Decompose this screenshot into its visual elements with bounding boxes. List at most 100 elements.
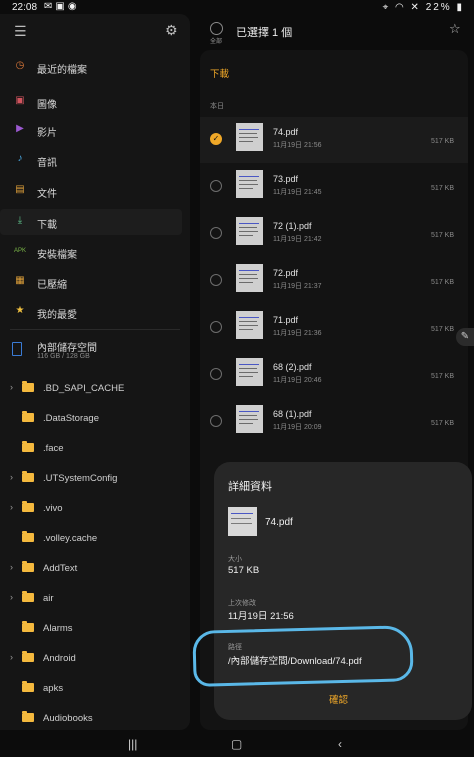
folder-name: apks	[43, 683, 64, 694]
file-name: 72.pdf	[273, 268, 299, 278]
sidebar-item-archive[interactable]: ▦ 已壓縮	[0, 269, 182, 295]
file-date: 11月19日 21:37	[273, 283, 322, 290]
file-row[interactable]: 72.pdf 11月19日 21:37 517 KB	[200, 258, 468, 304]
sidebar-item-document[interactable]: ▤ 文件	[0, 178, 182, 204]
checkbox[interactable]	[210, 180, 222, 192]
chevron-right-icon[interactable]: ›	[10, 592, 13, 602]
file-row[interactable]: 73.pdf 11月19日 21:45 517 KB	[200, 164, 468, 210]
file-size: 517 KB	[431, 279, 454, 286]
file-name: 71.pdf	[273, 315, 299, 325]
breadcrumb[interactable]: 下載	[210, 66, 229, 80]
menu-icon[interactable]: ☰	[14, 23, 27, 40]
sidebar-item-label: 最近的檔案	[37, 65, 87, 76]
phone-storage-icon	[12, 342, 22, 356]
sidebar-item-image[interactable]: ▣ 圖像	[0, 89, 182, 115]
file-size: 517 KB	[431, 420, 454, 427]
checkbox[interactable]	[210, 415, 222, 427]
star-icon: ★	[15, 305, 25, 316]
recent-apps-button[interactable]: |||	[128, 737, 137, 751]
edit-pen-icon[interactable]: ✎	[456, 328, 474, 346]
file-row[interactable]: 71.pdf 11月19日 21:36 517 KB	[200, 305, 468, 351]
sidebar-item-video[interactable]: ▶ 影片	[0, 117, 182, 143]
folder-item[interactable]: › air	[0, 586, 182, 610]
folder-item[interactable]: › .BD_SAPI_CACHE	[0, 376, 182, 400]
pdf-thumbnail	[236, 123, 263, 151]
chevron-right-icon[interactable]: ›	[10, 502, 13, 512]
sidebar-item-label: 文件	[37, 189, 57, 200]
path-highlight-annotation	[192, 625, 414, 687]
storage-size: 116 GB / 128 GB	[37, 353, 90, 360]
notification-icons: ✉▣◉	[44, 1, 80, 12]
file-date: 11月19日 21:56	[273, 142, 322, 149]
pdf-thumbnail	[236, 170, 263, 198]
sidebar-item-label: 下載	[37, 220, 57, 231]
sidebar-item-music[interactable]: ♪ 音訊	[0, 147, 182, 173]
select-all-label: 全部	[210, 39, 223, 45]
folder-item[interactable]: › .UTSystemConfig	[0, 466, 182, 490]
folder-item[interactable]: apks	[0, 676, 182, 700]
modified-value: 11月19日 21:56	[228, 611, 294, 622]
file-name: 74.pdf	[273, 127, 299, 137]
select-all-checkbox[interactable]	[210, 22, 223, 35]
folder-name: .BD_SAPI_CACHE	[43, 383, 125, 394]
battery-text: 22%	[425, 2, 452, 13]
section-header: 本日	[210, 103, 224, 110]
chevron-right-icon[interactable]: ›	[10, 472, 13, 482]
dialog-title: 詳細資料	[228, 481, 272, 493]
folder-item[interactable]: › AddText	[0, 556, 182, 580]
pdf-thumbnail	[236, 358, 263, 386]
pdf-thumbnail	[236, 405, 263, 433]
folder-item[interactable]: Audiobooks	[0, 706, 182, 730]
video-icon: ▶	[16, 123, 24, 134]
checkbox[interactable]	[210, 321, 222, 333]
file-row[interactable]: 72 (1).pdf 11月19日 21:42 517 KB	[200, 211, 468, 257]
folder-name: .vivo	[43, 503, 63, 514]
file-date: 11月19日 20:09	[273, 424, 322, 431]
checkbox[interactable]	[210, 227, 222, 239]
gear-icon[interactable]: ⚙	[165, 22, 178, 39]
sidebar-item-apk[interactable]: APK 安裝檔案	[0, 239, 182, 265]
file-name: 68 (1).pdf	[273, 409, 312, 419]
folder-icon	[22, 411, 34, 422]
pdf-thumbnail	[236, 264, 263, 292]
folder-name: Audiobooks	[43, 713, 93, 724]
back-button[interactable]: ‹	[338, 737, 342, 751]
chevron-right-icon[interactable]: ›	[10, 652, 13, 662]
home-button[interactable]: ▢	[231, 737, 242, 751]
file-name: 73.pdf	[273, 174, 299, 184]
chevron-right-icon[interactable]: ›	[10, 562, 13, 572]
folder-icon	[22, 501, 34, 512]
file-row[interactable]: 68 (1).pdf 11月19日 20:09 517 KB	[200, 399, 468, 445]
checkbox[interactable]	[210, 274, 222, 286]
sidebar-item-clock[interactable]: ◷ 最近的檔案	[0, 54, 182, 80]
folder-item[interactable]: › .vivo	[0, 496, 182, 520]
favorite-star-icon[interactable]: ☆	[449, 21, 461, 37]
folder-item[interactable]: .DataStorage	[0, 406, 182, 430]
clock-icon: ◷	[15, 60, 25, 71]
checked-checkbox[interactable]: ✓	[210, 133, 222, 145]
folder-icon	[22, 561, 34, 572]
folder-item[interactable]: .volley.cache	[0, 526, 182, 550]
file-size: 517 KB	[431, 138, 454, 145]
folder-name: .UTSystemConfig	[43, 473, 118, 484]
folder-item[interactable]: Alarms	[0, 616, 182, 640]
internal-storage[interactable]: 內部儲存空間 116 GB / 128 GB	[0, 336, 182, 362]
dialog-file-name: 74.pdf	[265, 517, 293, 528]
checkbox[interactable]	[210, 368, 222, 380]
status-time: 22:08	[12, 2, 38, 13]
sidebar-item-label: 音訊	[37, 158, 57, 169]
sidebar-item-download[interactable]: ⤓ 下載	[0, 209, 182, 235]
folder-icon	[22, 621, 34, 632]
file-row[interactable]: 68 (2).pdf 11月19日 20:46 517 KB	[200, 352, 468, 398]
folder-name: Android	[43, 653, 76, 664]
folder-item[interactable]: › Android	[0, 646, 182, 670]
folder-name: Alarms	[43, 623, 73, 634]
file-name: 68 (2).pdf	[273, 362, 312, 372]
file-row[interactable]: ✓ 74.pdf 11月19日 21:56 517 KB	[200, 117, 468, 163]
confirm-button[interactable]: 確認	[329, 692, 348, 706]
folder-item[interactable]: .face	[0, 436, 182, 460]
file-size: 517 KB	[431, 185, 454, 192]
folder-name: .volley.cache	[43, 533, 98, 544]
chevron-right-icon[interactable]: ›	[10, 382, 13, 392]
sidebar-item-star[interactable]: ★ 我的最愛	[0, 299, 182, 325]
